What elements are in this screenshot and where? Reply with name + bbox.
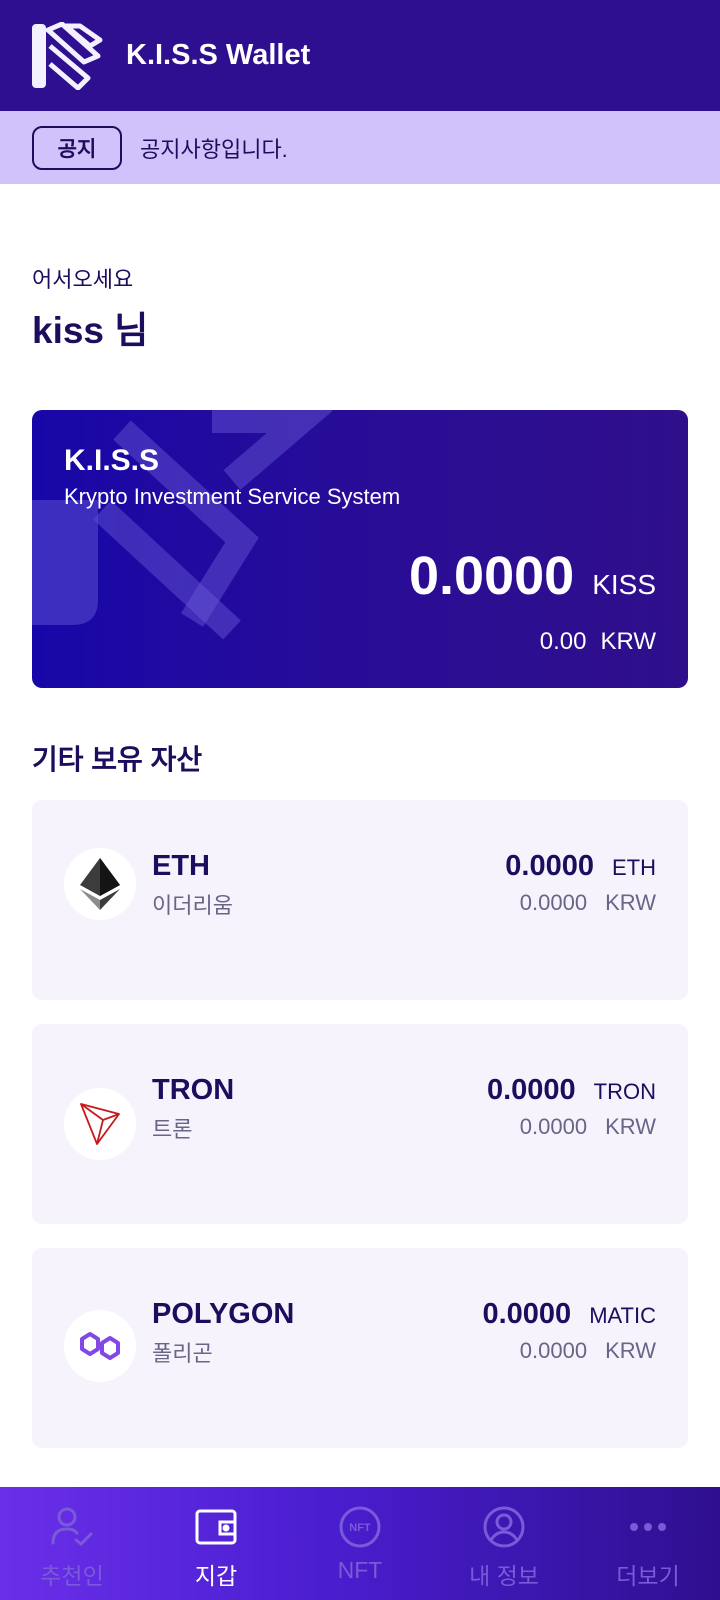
polygon-icon <box>64 1310 136 1382</box>
asset-kor-name: 트론 <box>152 1117 193 1142</box>
nav-item-more[interactable]: 더보기 <box>576 1487 720 1600</box>
nav-label: 내 정보 <box>469 1563 539 1589</box>
more-icon <box>630 1523 666 1531</box>
notice-bar[interactable]: 공지 공지사항입니다. <box>0 111 720 184</box>
card-brand: K.I.S.S <box>64 444 160 477</box>
asset-krw-row: 0.0000 KRW <box>520 1338 656 1364</box>
tron-icon <box>64 1088 136 1160</box>
nav-item-nft[interactable]: NFT NFT <box>288 1487 432 1600</box>
asset-krw-row: 0.0000 KRW <box>520 1114 656 1140</box>
asset-amount-row: 0.0000 TRON <box>487 1074 656 1107</box>
asset-unit: TRON <box>593 1079 656 1104</box>
asset-unit: ETH <box>612 855 656 880</box>
asset-name: POLYGON <box>152 1298 295 1330</box>
asset-amount: 0.0000 <box>482 1298 572 1330</box>
asset-name: ETH <box>152 850 210 882</box>
notice-text: 공지사항입니다. <box>140 136 288 162</box>
card-krw-row: 0.00 KRW <box>540 628 656 656</box>
person-check-icon <box>51 1507 93 1547</box>
app-title: K.I.S.S Wallet <box>126 39 311 71</box>
username: kiss 님 <box>32 310 149 351</box>
nav-label: 지갑 <box>194 1563 238 1589</box>
asset-card-eth[interactable]: ETH 이더리움 0.0000 ETH 0.0000 KRW <box>32 800 688 1000</box>
notice-tag: 공지 <box>32 125 122 170</box>
nav-label: NFT <box>337 1557 383 1583</box>
profile-icon <box>483 1506 525 1548</box>
nav-item-my-info[interactable]: 내 정보 <box>432 1487 576 1600</box>
asset-krw-unit: KRW <box>605 1114 656 1139</box>
ethereum-icon <box>64 848 136 920</box>
asset-card-tron[interactable]: TRON 트론 0.0000 TRON 0.0000 KRW <box>32 1024 688 1224</box>
asset-krw-value: 0.0000 <box>519 1114 588 1139</box>
kiss-krw-value: 0.00 <box>539 628 587 655</box>
card-subtitle: Krypto Investment Service System <box>64 484 401 509</box>
asset-unit: MATIC <box>589 1303 656 1328</box>
asset-amount-row: 0.0000 MATIC <box>482 1298 656 1331</box>
kiss-balance-card[interactable]: K.I.S.S Krypto Investment Service System… <box>32 410 688 688</box>
asset-krw-value: 0.0000 <box>519 890 588 915</box>
nav-label: 더보기 <box>616 1563 680 1589</box>
bottom-nav: 추천인 지갑 NFT NFT 내 정보 더보기 <box>0 1487 720 1600</box>
asset-krw-value: 0.0000 <box>519 1338 588 1363</box>
asset-kor-name: 폴리곤 <box>152 1341 213 1366</box>
kiss-logo-icon <box>32 21 103 90</box>
asset-amount: 0.0000 <box>505 850 594 882</box>
card-balance-row: 0.0000 KISS <box>409 545 656 607</box>
asset-amount-row: 0.0000 ETH <box>505 850 656 883</box>
asset-krw-unit: KRW <box>605 1338 656 1363</box>
greeting-text: 어서오세요 <box>32 267 134 292</box>
other-assets-title: 기타 보유 자산 <box>32 744 203 775</box>
wallet-icon <box>195 1509 237 1545</box>
nav-item-referrer[interactable]: 추천인 <box>0 1487 144 1600</box>
nft-icon: NFT <box>339 1506 381 1548</box>
asset-card-polygon[interactable]: POLYGON 폴리곤 0.0000 MATIC 0.0000 KRW <box>32 1248 688 1448</box>
nav-item-wallet[interactable]: 지갑 <box>144 1487 288 1600</box>
asset-name: TRON <box>152 1074 235 1106</box>
svg-text:NFT: NFT <box>349 1522 371 1534</box>
app-header: K.I.S.S Wallet <box>0 0 720 111</box>
asset-kor-name: 이더리움 <box>152 893 233 918</box>
nav-label: 추천인 <box>40 1563 104 1589</box>
asset-krw-unit: KRW <box>605 890 656 915</box>
kiss-krw-unit: KRW <box>600 628 656 655</box>
asset-amount: 0.0000 <box>486 1074 576 1106</box>
kiss-balance: 0.0000 <box>409 546 575 606</box>
asset-krw-row: 0.0000 KRW <box>520 890 656 916</box>
kiss-balance-unit: KISS <box>592 569 656 600</box>
